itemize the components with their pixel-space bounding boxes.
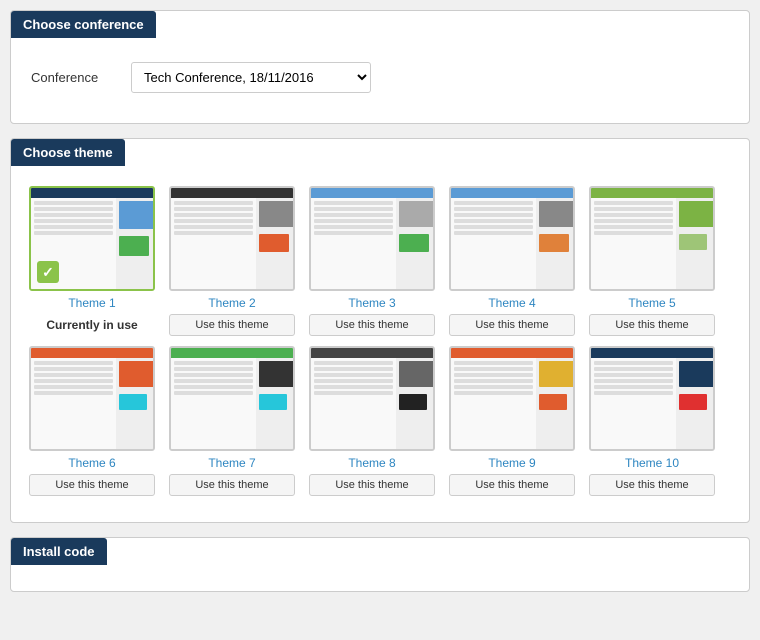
theme-name-9[interactable]: Theme 9 bbox=[488, 456, 535, 470]
use-theme-button-5[interactable]: Use this theme bbox=[589, 314, 715, 336]
theme-preview-9[interactable] bbox=[449, 346, 575, 451]
use-theme-button-10[interactable]: Use this theme bbox=[589, 474, 715, 496]
conference-label: Conference bbox=[31, 70, 131, 85]
theme-name-6[interactable]: Theme 6 bbox=[68, 456, 115, 470]
theme-preview-10[interactable] bbox=[589, 346, 715, 451]
theme-item-8: Theme 8 Use this theme bbox=[307, 346, 437, 496]
use-theme-button-6[interactable]: Use this theme bbox=[29, 474, 155, 496]
theme-item-5: Theme 5 Use this theme bbox=[587, 186, 717, 336]
active-check-icon: ✓ bbox=[37, 261, 59, 283]
install-section-header: Install code bbox=[11, 538, 107, 565]
theme-item-2: Theme 2 Use this theme bbox=[167, 186, 297, 336]
theme-name-7[interactable]: Theme 7 bbox=[208, 456, 255, 470]
conference-select[interactable]: Tech Conference, 18/11/2016 bbox=[131, 62, 371, 93]
theme-preview-6[interactable] bbox=[29, 346, 155, 451]
theme-item-4: Theme 4 Use this theme bbox=[447, 186, 577, 336]
theme-name-8[interactable]: Theme 8 bbox=[348, 456, 395, 470]
theme-name-5[interactable]: Theme 5 bbox=[628, 296, 675, 310]
use-theme-button-8[interactable]: Use this theme bbox=[309, 474, 435, 496]
theme-name-10[interactable]: Theme 10 bbox=[625, 456, 679, 470]
theme-item-3: Theme 3 Use this theme bbox=[307, 186, 437, 336]
use-theme-button-3[interactable]: Use this theme bbox=[309, 314, 435, 336]
use-theme-button-4[interactable]: Use this theme bbox=[449, 314, 575, 336]
theme-item-1: ✓ Theme 1 Currently in use bbox=[27, 186, 157, 336]
themes-grid: ✓ Theme 1 Currently in use Theme 2 Use this … bbox=[11, 176, 749, 506]
theme-preview-7[interactable] bbox=[169, 346, 295, 451]
theme-section-header: Choose theme bbox=[11, 139, 125, 166]
theme-item-7: Theme 7 Use this theme bbox=[167, 346, 297, 496]
theme-item-10: Theme 10 Use this theme bbox=[587, 346, 717, 496]
use-theme-button-9[interactable]: Use this theme bbox=[449, 474, 575, 496]
use-theme-button-7[interactable]: Use this theme bbox=[169, 474, 295, 496]
conference-section-header: Choose conference bbox=[11, 11, 156, 38]
use-theme-button-2[interactable]: Use this theme bbox=[169, 314, 295, 336]
install-section: Install code bbox=[10, 537, 750, 592]
conference-section: Choose conference Conference Tech Confer… bbox=[10, 10, 750, 124]
theme-preview-2[interactable] bbox=[169, 186, 295, 291]
theme-preview-8[interactable] bbox=[309, 346, 435, 451]
theme-item-6: Theme 6 Use this theme bbox=[27, 346, 157, 496]
theme-preview-5[interactable] bbox=[589, 186, 715, 291]
theme-preview-1[interactable]: ✓ bbox=[29, 186, 155, 291]
theme-preview-4[interactable] bbox=[449, 186, 575, 291]
theme-name-2[interactable]: Theme 2 bbox=[208, 296, 255, 310]
theme-preview-3[interactable] bbox=[309, 186, 435, 291]
theme-name-3[interactable]: Theme 3 bbox=[348, 296, 395, 310]
theme-name-1[interactable]: Theme 1 bbox=[68, 296, 115, 310]
theme-item-9: Theme 9 Use this theme bbox=[447, 346, 577, 496]
theme-status-1: Currently in use bbox=[29, 318, 155, 332]
theme-section: Choose theme ✓ Theme 1 Currently in use The… bbox=[10, 138, 750, 523]
theme-name-4[interactable]: Theme 4 bbox=[488, 296, 535, 310]
